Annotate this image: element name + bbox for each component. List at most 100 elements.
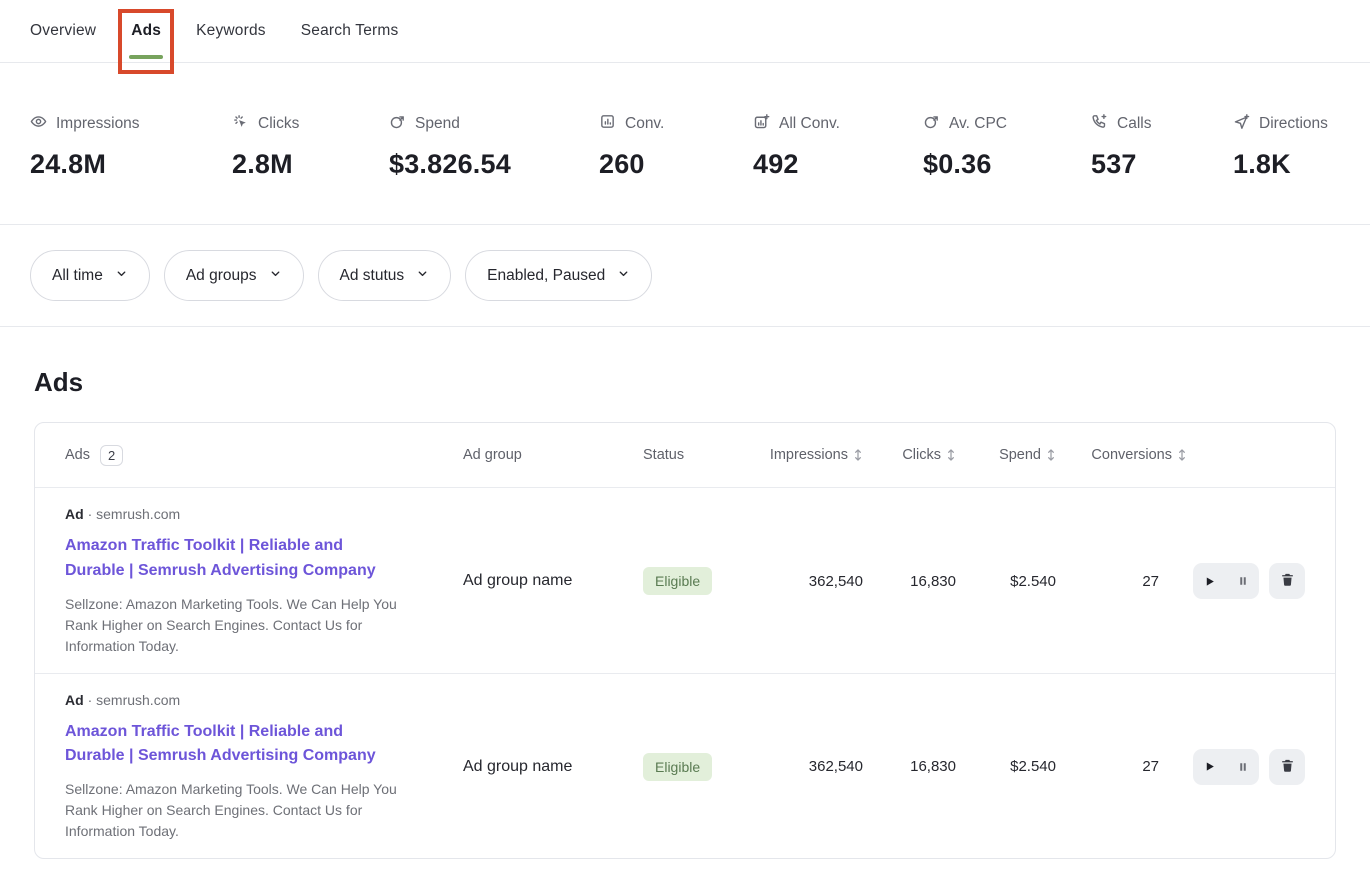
metric-label: All Conv. bbox=[779, 115, 840, 133]
metric-value: 537 bbox=[1091, 149, 1233, 180]
ad-group-cell: Ad group name bbox=[463, 572, 643, 590]
tab-label: Overview bbox=[30, 22, 96, 39]
play-pause-toggle bbox=[1193, 749, 1259, 785]
filter-label: Ad groups bbox=[186, 267, 257, 285]
tab-ads[interactable]: Ads bbox=[131, 22, 161, 40]
column-header-ad-group: Ad group bbox=[463, 447, 643, 463]
clicks-cell: 16,830 bbox=[863, 758, 956, 775]
trash-icon bbox=[1280, 572, 1295, 590]
metric-spend: Spend $3.826.54 bbox=[389, 113, 599, 180]
metric-label: Directions bbox=[1259, 115, 1328, 133]
pause-button[interactable] bbox=[1226, 749, 1259, 785]
ad-title-link[interactable]: Amazon Traffic Toolkit | Reliable and Du… bbox=[65, 534, 397, 584]
metric-conversions: Conv. 260 bbox=[599, 113, 753, 180]
filter-ad-groups[interactable]: Ad groups bbox=[164, 250, 304, 301]
ad-description: Sellzone: Amazon Marketing Tools. We Can… bbox=[65, 779, 413, 842]
trash-icon bbox=[1280, 758, 1295, 776]
column-header-status: Status bbox=[643, 447, 763, 463]
ad-kind-label: Ad bbox=[65, 692, 84, 708]
chevron-down-icon bbox=[269, 267, 282, 285]
tab-overview[interactable]: Overview bbox=[30, 22, 96, 40]
ad-creative-cell: Ad · semrush.com Amazon Traffic Toolkit … bbox=[65, 506, 463, 657]
ad-group-cell: Ad group name bbox=[463, 758, 643, 776]
tab-label: Ads bbox=[131, 22, 161, 39]
tab-label: Keywords bbox=[196, 22, 266, 39]
row-actions bbox=[1187, 749, 1305, 785]
bar-chart-icon bbox=[599, 113, 616, 135]
sort-icon bbox=[1046, 448, 1056, 462]
eye-icon bbox=[30, 113, 47, 135]
ad-description: Sellzone: Amazon Marketing Tools. We Can… bbox=[65, 594, 413, 657]
filter-label: Enabled, Paused bbox=[487, 267, 605, 285]
ads-table-card: Ads 2 Ad group Status Impressions Clicks… bbox=[34, 422, 1336, 859]
separator: · bbox=[88, 692, 93, 708]
play-button[interactable] bbox=[1193, 749, 1226, 785]
ad-kind-label: Ad bbox=[65, 506, 84, 522]
impressions-cell: 362,540 bbox=[763, 758, 863, 775]
chevron-down-icon bbox=[115, 267, 128, 285]
tab-label: Search Terms bbox=[301, 22, 399, 39]
filter-ad-status[interactable]: Ad stutus bbox=[318, 250, 452, 301]
status-cell: Eligible bbox=[643, 753, 763, 781]
metric-label: Conv. bbox=[625, 115, 664, 133]
delete-button[interactable] bbox=[1269, 749, 1305, 785]
metric-value: 260 bbox=[599, 149, 753, 180]
ad-domain: semrush.com bbox=[96, 692, 180, 708]
column-header-conversions[interactable]: Conversions bbox=[1056, 447, 1187, 463]
tabs-bar: Overview Ads Keywords Search Terms bbox=[0, 0, 1370, 63]
filter-label: All time bbox=[52, 267, 103, 285]
column-header-ads: Ads 2 bbox=[65, 445, 463, 466]
metric-value: 24.8M bbox=[30, 149, 232, 180]
page-title: Ads bbox=[34, 367, 1336, 398]
metric-avg-cpc: Av. CPC $0.36 bbox=[923, 113, 1091, 180]
ad-title-link[interactable]: Amazon Traffic Toolkit | Reliable and Du… bbox=[65, 720, 397, 770]
metric-label: Clicks bbox=[258, 115, 299, 133]
bar-chart-plus-icon bbox=[753, 113, 770, 135]
metric-value: 1.8K bbox=[1233, 149, 1340, 180]
sort-icon bbox=[1177, 448, 1187, 462]
play-pause-toggle bbox=[1193, 563, 1259, 599]
tab-search-terms[interactable]: Search Terms bbox=[301, 22, 399, 40]
row-actions bbox=[1187, 563, 1305, 599]
spend-cell: $2.540 bbox=[956, 758, 1056, 775]
spend-cell: $2.540 bbox=[956, 573, 1056, 590]
clicks-cell: 16,830 bbox=[863, 573, 956, 590]
conversions-cell: 27 bbox=[1056, 573, 1187, 590]
conversions-cell: 27 bbox=[1056, 758, 1187, 775]
metric-label: Impressions bbox=[56, 115, 140, 133]
table-header-row: Ads 2 Ad group Status Impressions Clicks… bbox=[35, 423, 1335, 487]
metric-calls: Calls 537 bbox=[1091, 113, 1233, 180]
coin-arrow-icon bbox=[923, 113, 940, 135]
column-header-impressions[interactable]: Impressions bbox=[763, 447, 863, 463]
status-badge: Eligible bbox=[643, 753, 712, 781]
ad-domain: semrush.com bbox=[96, 506, 180, 522]
metric-directions: Directions 1.8K bbox=[1233, 113, 1340, 180]
coin-arrow-icon bbox=[389, 113, 406, 135]
metric-value: $0.36 bbox=[923, 149, 1091, 180]
metric-impressions: Impressions 24.8M bbox=[30, 113, 232, 180]
phone-plus-icon bbox=[1091, 113, 1108, 135]
active-tab-underline bbox=[129, 55, 163, 59]
play-button[interactable] bbox=[1193, 563, 1226, 599]
impressions-cell: 362,540 bbox=[763, 573, 863, 590]
sort-icon bbox=[853, 448, 863, 462]
filter-date-range[interactable]: All time bbox=[30, 250, 150, 301]
pause-button[interactable] bbox=[1226, 563, 1259, 599]
chevron-down-icon bbox=[617, 267, 630, 285]
filter-enabled-paused[interactable]: Enabled, Paused bbox=[465, 250, 652, 301]
column-header-clicks[interactable]: Clicks bbox=[863, 447, 956, 463]
metric-value: $3.826.54 bbox=[389, 149, 599, 180]
ad-creative-cell: Ad · semrush.com Amazon Traffic Toolkit … bbox=[65, 692, 463, 843]
main-content: Ads Ads 2 Ad group Status Impressions Cl… bbox=[0, 367, 1370, 859]
column-header-spend[interactable]: Spend bbox=[956, 447, 1056, 463]
tab-keywords[interactable]: Keywords bbox=[196, 22, 266, 40]
table-row: Ad · semrush.com Amazon Traffic Toolkit … bbox=[35, 673, 1335, 859]
metric-label: Calls bbox=[1117, 115, 1151, 133]
filters-bar: All time Ad groups Ad stutus Enabled, Pa… bbox=[0, 225, 1370, 327]
chevron-down-icon bbox=[416, 267, 429, 285]
metric-label: Spend bbox=[415, 115, 460, 133]
filter-label: Ad stutus bbox=[340, 267, 405, 285]
ad-meta: Ad · semrush.com bbox=[65, 692, 463, 708]
status-cell: Eligible bbox=[643, 567, 763, 595]
delete-button[interactable] bbox=[1269, 563, 1305, 599]
